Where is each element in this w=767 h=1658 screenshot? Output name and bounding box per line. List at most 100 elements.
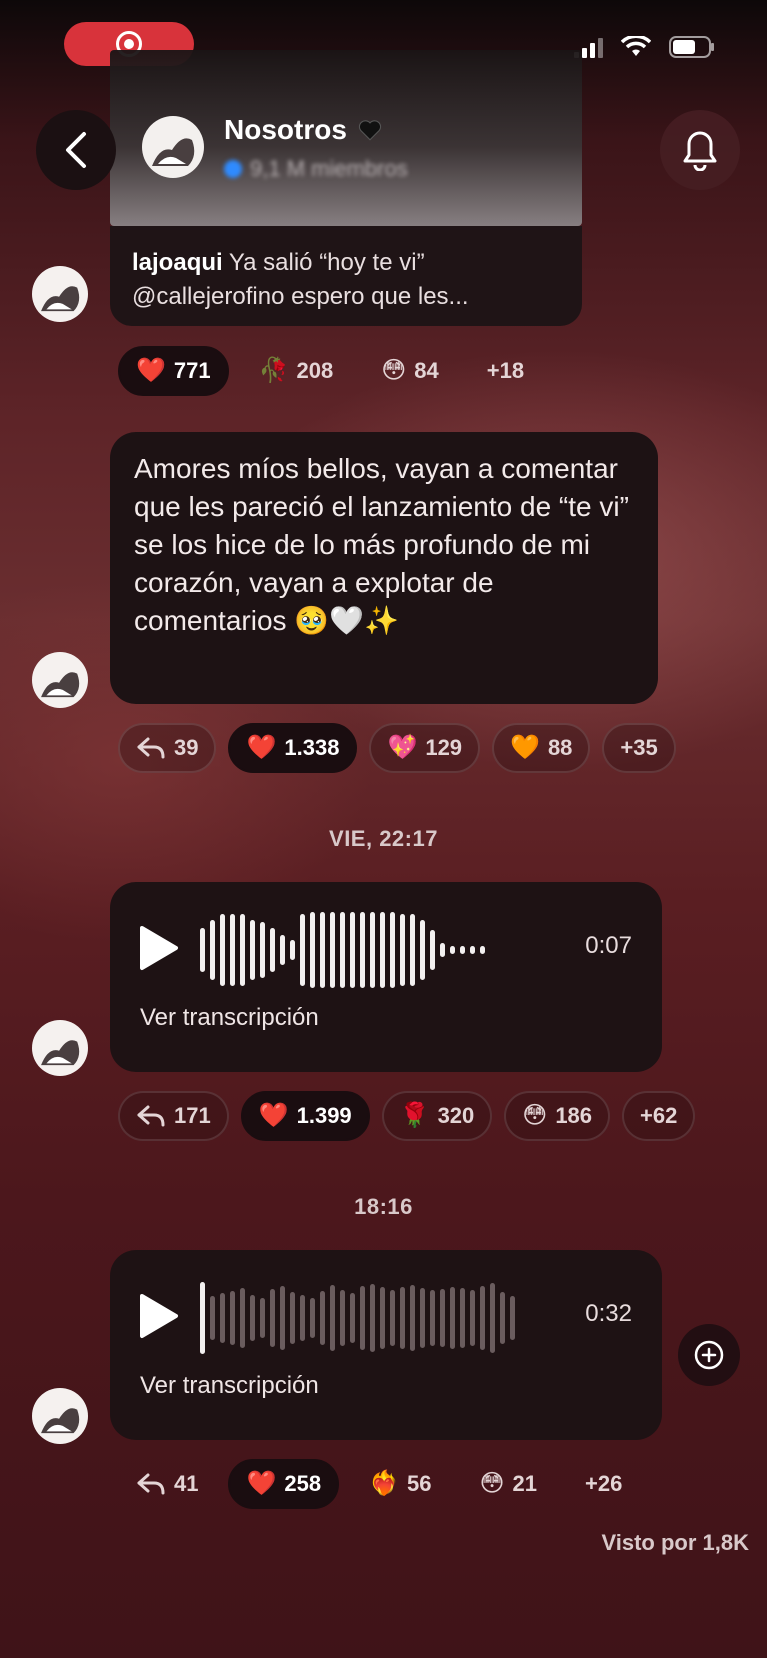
reply-count-chip[interactable]: 171: [118, 1091, 229, 1141]
view-transcript-link[interactable]: Ver transcripción: [140, 1372, 319, 1400]
status-bar-icons: [574, 36, 715, 58]
reaction-heart-on-fire-chip[interactable]: ❤️‍🔥 56: [351, 1459, 449, 1509]
reaction-count: 320: [437, 1103, 475, 1128]
waveform-bar: [340, 1290, 345, 1346]
date-separator: VIE, 22:17: [329, 826, 438, 851]
reaction-count: 1.399: [296, 1103, 352, 1128]
reaction-count: 84: [414, 358, 439, 383]
channel-subtitle-text: 9,1 M miembros: [250, 156, 408, 181]
channel-avatar[interactable]: [142, 116, 204, 178]
more-reactions-chip[interactable]: +35: [602, 723, 676, 773]
waveform-bar: [440, 943, 445, 957]
wilted-rose-icon: 🥀: [258, 357, 289, 384]
waveform-bar: [330, 912, 335, 988]
reaction-heart-chip[interactable]: ❤️ 771: [118, 346, 229, 396]
shared-post-caption-bubble[interactable]: lajoaqui Ya salió “hoy te vi” @callejero…: [110, 226, 582, 326]
play-icon[interactable]: [136, 924, 180, 972]
back-button[interactable]: [36, 110, 116, 190]
waveform-bar: [260, 1298, 265, 1338]
reaction-heart-chip[interactable]: ❤️ 1.338: [228, 723, 358, 773]
reaction-count: 88: [547, 735, 573, 760]
message-bubble[interactable]: Amores míos bellos, vayan a comentar que…: [110, 432, 658, 704]
audio-waveform[interactable]: [200, 910, 540, 990]
waveform-bar: [360, 912, 365, 988]
reply-icon: [137, 1473, 165, 1495]
more-reactions-chip[interactable]: +26: [567, 1459, 640, 1509]
waveform-bar: [230, 1291, 235, 1345]
reply-count-chip[interactable]: 39: [118, 723, 217, 773]
reaction-flushed-chip[interactable]: 😳 84: [363, 346, 457, 396]
channel-title[interactable]: Nosotros: [224, 114, 383, 146]
reaction-flushed-chip[interactable]: 😳 186: [504, 1091, 611, 1141]
waveform-bar: [240, 1288, 245, 1348]
more-reactions-chip[interactable]: +18: [469, 346, 542, 396]
voice-message-bubble[interactable]: 0:32 Ver transcripción: [110, 1250, 662, 1440]
waveform-bar: [270, 928, 275, 972]
waveform-bar: [400, 914, 405, 986]
reaction-heart-chip[interactable]: ❤️ 1.399: [240, 1091, 370, 1141]
waveform-bar: [340, 912, 345, 988]
wifi-icon: [621, 36, 651, 58]
reactions-row: 39 ❤️ 1.338 💖 129 🧡 88 +35: [118, 723, 676, 773]
waveform-bar: [210, 1296, 215, 1340]
reply-icon: [137, 1105, 165, 1127]
waveform-bar: [490, 1283, 495, 1353]
channel-subtitle: 9,1 M miembros: [224, 156, 408, 182]
reply-count-chip[interactable]: 41: [118, 1459, 216, 1509]
view-transcript-link[interactable]: Ver transcripción: [140, 1004, 319, 1032]
reaction-count: 771: [173, 358, 211, 383]
audio-waveform[interactable]: [200, 1278, 540, 1358]
waveform-bar: [500, 1292, 505, 1344]
reactions-row: ❤️ 771 🥀 208 😳 84 +18: [118, 346, 542, 396]
reaction-orange-heart-chip[interactable]: 🧡 88: [492, 723, 591, 773]
waveform-bar: [250, 1295, 255, 1341]
verified-icon: [224, 160, 242, 178]
reaction-count: +35: [620, 735, 658, 760]
orange-heart-icon: 🧡: [510, 734, 540, 761]
waveform-bar: [470, 946, 475, 954]
waveform-bar: [270, 1289, 275, 1347]
voice-message-bubble[interactable]: 0:07 Ver transcripción: [110, 882, 662, 1072]
sender-avatar[interactable]: [32, 266, 88, 322]
waveform-bar: [390, 1290, 395, 1346]
waveform-bar: [380, 1287, 385, 1349]
reaction-rose-chip[interactable]: 🌹 320: [381, 1091, 493, 1141]
channel-name-text: Nosotros: [224, 114, 347, 145]
flushed-face-icon: 😳: [381, 357, 407, 384]
sender-avatar[interactable]: [32, 1388, 88, 1444]
bell-icon: [683, 131, 717, 171]
reaction-count: 1.338: [284, 735, 340, 760]
waveform-bar: [300, 914, 305, 986]
flushed-face-icon: 😳: [479, 1470, 505, 1497]
red-heart-icon: ❤️: [246, 734, 277, 761]
play-icon[interactable]: [136, 1292, 180, 1340]
reaction-count: 56: [406, 1471, 432, 1496]
add-reaction-button[interactable]: [678, 1324, 740, 1386]
message-text: Amores míos bellos, vayan a comentar que…: [134, 453, 629, 636]
waveform-bar: [250, 920, 255, 980]
waveform-bar: [410, 914, 415, 986]
waveform-bar: [240, 914, 245, 986]
reaction-heart-chip[interactable]: ❤️ 258: [228, 1459, 340, 1509]
waveform-bar: [370, 1284, 375, 1352]
waveform-bar: [390, 912, 395, 988]
sender-avatar[interactable]: [32, 1020, 88, 1076]
waveform-bar: [380, 912, 385, 988]
waveform-bar: [410, 1285, 415, 1351]
reactions-row: 41 ❤️ 258 ❤️‍🔥 56 😳 21 +26: [118, 1459, 640, 1509]
more-reactions-chip[interactable]: +62: [622, 1091, 696, 1141]
add-reaction-icon: [694, 1340, 724, 1370]
reaction-wilted-rose-chip[interactable]: 🥀 208: [241, 346, 352, 396]
heart-on-fire-icon: ❤️‍🔥: [369, 1470, 399, 1497]
reaction-flushed-chip[interactable]: 😳 21: [461, 1459, 555, 1509]
sender-avatar[interactable]: [32, 652, 88, 708]
notifications-bell-button[interactable]: [660, 110, 740, 190]
reaction-count: 129: [425, 735, 463, 760]
reply-count: 39: [174, 735, 199, 760]
reaction-sparkling-heart-chip[interactable]: 💖 129: [369, 723, 481, 773]
reaction-count: 21: [512, 1471, 537, 1496]
time-separator: 18:16: [354, 1194, 413, 1219]
rose-icon: 🌹: [399, 1102, 430, 1129]
waveform-bar: [400, 1287, 405, 1349]
waveform-bar: [420, 920, 425, 980]
